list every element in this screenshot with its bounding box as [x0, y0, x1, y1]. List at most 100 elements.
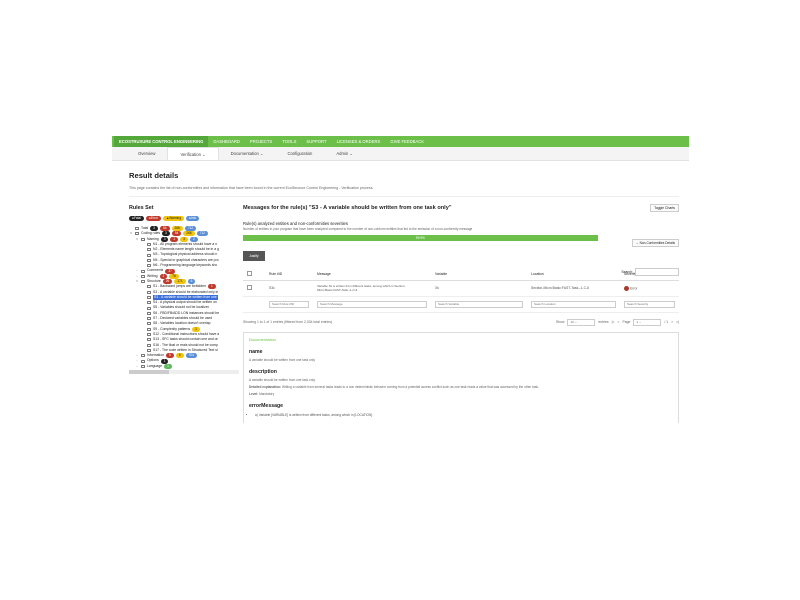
error-icon [624, 285, 629, 291]
show-label: Show [555, 320, 565, 324]
table-row[interactable]: S3c Variable Xk is written from differen… [243, 280, 679, 297]
tree-horizontal-scrollbar[interactable] [129, 370, 239, 375]
scrollbar-thumb[interactable] [129, 370, 169, 375]
doc-name-key: name [249, 348, 263, 355]
level-value: Mandatory [259, 391, 275, 396]
topnav-item[interactable]: TOOLS [277, 136, 301, 147]
messages-title: Messages for the rule(s) "S3 - A variabl… [243, 205, 452, 211]
col-message[interactable]: Message [313, 268, 431, 281]
documentation-title: Documentation [249, 336, 276, 342]
cell-message: Variable Xk is written from different ta… [313, 280, 431, 297]
rules-panel: Rules Set ● Fatal ● Error ▲ Warning ● In… [129, 205, 239, 375]
topnav-item[interactable]: LICENSES & ORDERS [332, 136, 386, 147]
page-size-select[interactable]: 10 ⌄ [567, 318, 596, 326]
expand-toggle-icon[interactable]: › [135, 364, 139, 369]
subnav-tab[interactable]: Documentation ⌄ [219, 147, 276, 160]
file-icon [147, 258, 151, 262]
count-badge: 3 [162, 231, 170, 237]
filter-variable-input[interactable] [435, 300, 523, 308]
sub-navigation-bar: Overview Verification ⌄ Documentation ⌄ Con… [112, 147, 689, 161]
file-icon [147, 306, 151, 310]
legend-error-label: Error [150, 216, 159, 220]
filter-severity-input[interactable] [624, 300, 675, 308]
legend-error[interactable]: ● Error [146, 216, 162, 221]
col-rule-id[interactable]: Rule #ID [265, 268, 313, 281]
col-variable[interactable]: Variable [431, 268, 527, 281]
main-content: Result details This page contains the li… [129, 161, 679, 464]
filter-empty [243, 296, 265, 313]
next-page-icon[interactable]: > [671, 320, 673, 324]
filter-variable-cell [431, 296, 527, 313]
page-intro: This page contains the list of non-confo… [129, 186, 374, 190]
folder-icon [141, 280, 145, 284]
rules-tree: Total 3 54 266 712 ▾ Coding rules 3 54 266 712 ▾ Nam… [129, 226, 239, 369]
severity-legend: ● Fatal ● Error ▲ Warning ● Info [129, 216, 239, 221]
detailed-label: Detailed explanation: [249, 384, 282, 389]
legend-warning[interactable]: ▲ Warning [163, 216, 184, 221]
file-icon [147, 301, 151, 305]
page-select[interactable]: 1 ⌄ [633, 318, 662, 326]
row-checkbox[interactable] [247, 285, 252, 290]
folder-icon [141, 269, 145, 273]
last-page-icon[interactable]: >| [676, 320, 679, 324]
subnav-tab[interactable]: Overview [126, 147, 167, 160]
legend-info[interactable]: ● Info [185, 216, 200, 221]
pagination: Show 10 ⌄ entries |< < Page 1 ⌄ / 1 > >| [555, 318, 679, 326]
brand-logo-text[interactable]: ECOSTRUXURE CONTROL ENGINEERING [114, 136, 209, 147]
filter-message-cell [313, 296, 431, 313]
filter-row [243, 296, 679, 313]
page-label: Page [622, 320, 631, 324]
justify-button[interactable]: Justify [243, 251, 265, 261]
expand-toggle-icon[interactable]: ▾ [135, 237, 139, 242]
tree-node[interactable]: › Language 1 [129, 364, 239, 369]
analysis-description: Number of entities in your program that … [243, 227, 473, 231]
filter-message-input[interactable] [317, 300, 427, 308]
col-location[interactable]: Location [527, 268, 620, 281]
topnav-item[interactable]: SUPPORT [301, 136, 331, 147]
count-badge: 78 [169, 273, 179, 279]
topnav-item[interactable]: DASHBOARD [208, 136, 245, 147]
cell-severity: Error [620, 280, 679, 297]
legend-info-label: Info [190, 216, 197, 220]
legend-warning-label: Warning [169, 216, 181, 220]
search-label: Search: [621, 270, 633, 274]
subnav-tab[interactable]: Configuration [275, 147, 324, 160]
file-icon [147, 348, 151, 352]
non-conformities-details-button[interactable]: ⌄ Non-Conformities Details [632, 239, 679, 247]
topnav-item[interactable]: PROJECTS [245, 136, 277, 147]
expand-toggle-icon[interactable]: ▾ [135, 279, 139, 284]
doc-detailed-explanation: Detailed explanation: Writing a variable… [249, 385, 673, 389]
tree-node-label: Language [147, 363, 163, 368]
search-input[interactable] [635, 268, 679, 276]
row-checkbox-cell[interactable] [243, 280, 265, 297]
count-badge: 266 [171, 226, 183, 232]
table-search: Search: [621, 268, 679, 276]
file-icon [147, 243, 151, 247]
folder-icon [141, 359, 145, 363]
page-value: 1 [636, 319, 639, 324]
select-all-header[interactable] [243, 268, 265, 281]
first-page-icon[interactable]: |< [612, 320, 615, 324]
entries-info-text: Showing 1 to 1 of 1 entries (filtered fr… [243, 319, 333, 324]
filter-location-cell [527, 296, 620, 313]
filter-rule-id-input[interactable] [269, 300, 309, 308]
filter-location-input[interactable] [531, 300, 616, 308]
topnav-item[interactable]: GIVE FEEDBACK [385, 136, 429, 147]
prev-page-icon[interactable]: < [617, 320, 619, 324]
count-badge: 5 [165, 353, 174, 359]
file-icon [147, 296, 151, 299]
folder-icon [141, 237, 145, 241]
file-icon [147, 285, 151, 289]
file-icon [147, 338, 151, 342]
subnav-tab[interactable]: Admin ⌄ [324, 147, 365, 160]
file-icon [147, 253, 151, 257]
page-total: / 1 [664, 320, 669, 324]
toggle-charts-button[interactable]: Toggle Charts [650, 204, 679, 212]
legend-fatal[interactable]: ● Fatal [129, 216, 145, 221]
select-all-checkbox[interactable] [247, 270, 252, 276]
cell-variable: Xk [431, 280, 527, 297]
ncd-label: Non-Conformities Details [639, 241, 675, 245]
cell-location: Section-Micro:Basic:FAST-Task--1-C-6 [527, 280, 620, 297]
expand-toggle-icon[interactable]: ▾ [129, 231, 133, 236]
subnav-tab[interactable]: Verification ⌄ [167, 147, 219, 160]
